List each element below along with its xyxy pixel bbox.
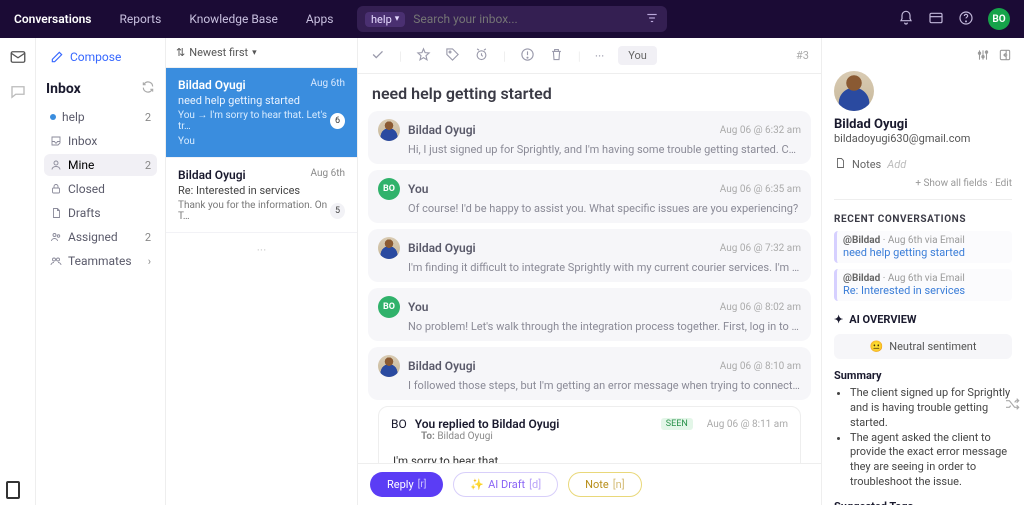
sidebar-item-drafts[interactable]: Drafts	[44, 202, 157, 224]
compose-button[interactable]: Compose	[44, 46, 157, 68]
show-all-fields[interactable]: + Show all fields	[915, 178, 987, 189]
ai-draft-button[interactable]: ✨AI Draft [d]	[453, 472, 558, 497]
sort-button[interactable]: ⇅Newest first▾	[166, 38, 357, 68]
chat-icon[interactable]	[9, 83, 27, 104]
assignee-chip[interactable]: You	[618, 46, 657, 65]
summary-item: The agent asked the client to provide th…	[850, 431, 1012, 490]
search-input[interactable]	[413, 12, 645, 26]
conversation-item[interactable]: Bildad OyugiAug 6th Re: Interested in se…	[166, 158, 357, 233]
mail-icon[interactable]	[9, 48, 27, 69]
search-bar[interactable]: help ▾	[357, 6, 667, 32]
contact-email: bildadoyugi630@gmail.com	[834, 132, 1012, 145]
recent-conversation[interactable]: @Bildad · Aug 6th via Email need help ge…	[834, 231, 1012, 263]
card-icon[interactable]	[928, 10, 944, 29]
nav-apps[interactable]: Apps	[306, 12, 334, 26]
search-scope-pill[interactable]: help ▾	[365, 12, 405, 27]
message[interactable]: BOYouAug 06 @ 6:35 am Of course! I'd be …	[368, 170, 811, 223]
reply-card[interactable]: BOYou replied to Bildad OyugiSEENAug 06 …	[378, 406, 801, 463]
message[interactable]: Bildad OyugiAug 06 @ 7:32 am I'm finding…	[368, 229, 811, 282]
sentiment-pill: 😐Neutral sentiment	[834, 334, 1012, 359]
sender-avatar	[378, 355, 400, 377]
sidebar-item-inbox[interactable]: Inbox	[44, 130, 157, 152]
snooze-icon[interactable]	[474, 47, 489, 65]
summary-item: The client signed up for Sprightly and i…	[850, 386, 1012, 431]
sender-avatar: BO	[378, 178, 400, 200]
sidebar-item-teammates[interactable]: Teammates ›	[44, 250, 157, 272]
help-icon[interactable]	[958, 10, 974, 29]
notes-icon	[834, 157, 846, 172]
more-icon[interactable]: ···	[595, 49, 604, 63]
recent-conversation[interactable]: @Bildad · Aug 6th via Email Re: Interest…	[834, 269, 1012, 301]
edit-contact[interactable]: Edit	[995, 178, 1012, 189]
trash-icon[interactable]	[549, 47, 564, 65]
nav-reports[interactable]: Reports	[119, 12, 161, 26]
filter-icon[interactable]	[645, 11, 659, 28]
thread-index: #3	[796, 49, 809, 62]
sidebar-item-closed[interactable]: Closed	[44, 178, 157, 200]
refresh-icon[interactable]	[141, 80, 155, 98]
thread-title: need help getting started	[358, 74, 821, 111]
user-avatar[interactable]: BO	[988, 8, 1010, 30]
sidebar-item-assigned[interactable]: Assigned 2	[44, 226, 157, 248]
loading-indicator: ···	[166, 233, 357, 267]
summary-header: Summary	[834, 369, 1012, 382]
add-note[interactable]: Add	[887, 158, 906, 171]
contact-avatar	[834, 71, 874, 111]
recent-header: RECENT CONVERSATIONS	[834, 214, 1012, 225]
sender-avatar	[378, 119, 400, 141]
contact-name: Bildad Oyugi	[834, 117, 1012, 132]
tag-icon[interactable]	[445, 47, 460, 65]
sidebar-item-help[interactable]: help 2	[44, 106, 157, 128]
chevron-right-icon: ›	[148, 255, 151, 268]
conversation-item[interactable]: Bildad OyugiAug 6th need help getting st…	[166, 68, 357, 158]
nav-conversations[interactable]: Conversations	[14, 12, 91, 26]
sender-avatar: BO	[378, 296, 400, 318]
note-button[interactable]: Note [n]	[568, 472, 641, 497]
sender-avatar	[378, 237, 400, 259]
sender-avatar: BO	[391, 417, 407, 431]
sidebar-item-mine[interactable]: Mine 2	[44, 154, 157, 176]
star-icon[interactable]	[416, 47, 431, 65]
reply-button[interactable]: Reply [r]	[370, 472, 443, 497]
shuffle-icon[interactable]	[1004, 396, 1020, 415]
expand-icon[interactable]	[998, 48, 1012, 65]
message[interactable]: Bildad OyugiAug 06 @ 8:10 am I followed …	[368, 347, 811, 400]
tags-header: Suggested Tags	[834, 500, 1012, 505]
bell-icon[interactable]	[898, 10, 914, 29]
nav-kb[interactable]: Knowledge Base	[189, 12, 278, 26]
sliders-icon[interactable]	[976, 48, 990, 65]
device-icon	[6, 481, 20, 499]
message[interactable]: BOYouAug 06 @ 8:02 am No problem! Let's …	[368, 288, 811, 341]
message[interactable]: Bildad OyugiAug 06 @ 6:32 am Hi, I just …	[368, 111, 811, 164]
check-icon[interactable]	[370, 47, 385, 65]
spam-icon[interactable]	[520, 47, 535, 65]
seen-badge: SEEN	[661, 418, 693, 430]
inbox-title: Inbox	[46, 81, 81, 97]
sparkle-icon: ✦	[834, 313, 843, 326]
